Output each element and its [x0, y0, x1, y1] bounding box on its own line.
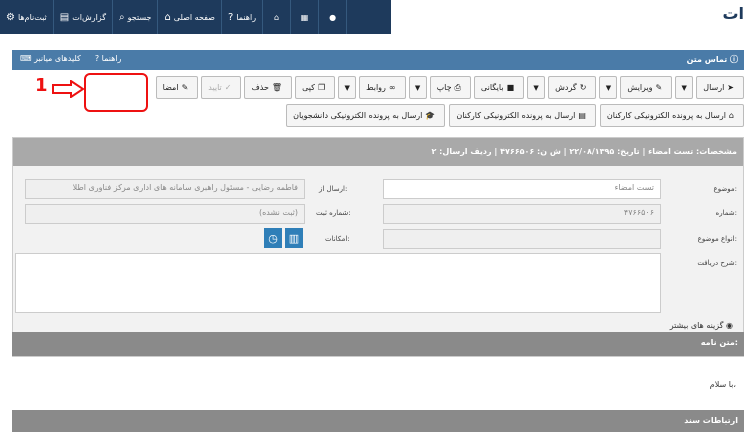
- subject-field[interactable]: تست امضاء: [383, 179, 661, 199]
- app-root: ⚙ ثبت‌نام‌ها ▤ گزارش‌ات ⌕ جستجو ⌂ صفحه اصلی …: [0, 0, 744, 441]
- details-panel: مشخصات: تست امضاء | تاریخ: ۲۲/۰۸/۱۳۹۵ | …: [12, 137, 744, 357]
- copy-icon: ❐: [317, 83, 326, 92]
- from-field: فاطمه رضایی - مسئول راهبری سامانه های اد…: [25, 179, 305, 199]
- top-nav: ⚙ ثبت‌نام‌ها ▤ گزارش‌ات ⌕ جستجو ⌂ صفحه اصلی …: [0, 0, 391, 34]
- grid-icon: ▦: [300, 12, 309, 22]
- edit-dropdown-button[interactable]: ▼: [599, 76, 618, 99]
- regno-field: (ثبت نشده): [25, 204, 305, 224]
- edit-button[interactable]: ویرایش ✎: [620, 76, 673, 99]
- top-bar: ⚙ ثبت‌نام‌ها ▤ گزارش‌ات ⌕ جستجو ⌂ صفحه اصلی …: [0, 0, 744, 37]
- chevron-down-icon: ▼: [344, 83, 350, 92]
- send-student-file-button[interactable]: ارسال به پرونده الکترونیکی دانشجویان 🎓: [286, 104, 446, 127]
- search-icon: ⌕: [119, 11, 125, 23]
- archive-button[interactable]: بایگانی ■: [473, 76, 525, 99]
- subject-label: موضوع:: [713, 185, 737, 193]
- library-icon[interactable]: ▥: [285, 228, 303, 248]
- links-button[interactable]: روابط ∞: [359, 76, 406, 99]
- doc-icon: ▤: [578, 111, 586, 120]
- number-label: شماره:: [715, 209, 737, 217]
- options-label: امکانات:: [325, 235, 350, 243]
- more-options-toggle[interactable]: گزینه های بیشتر ◉: [670, 321, 733, 330]
- send-to-file-buttons: ارسال به پرونده الکترونیکی کارکنان ⌂ ارسا…: [286, 104, 744, 128]
- confirm-button[interactable]: تایید ✓: [201, 76, 242, 99]
- delete-button[interactable]: حذف 🗑: [244, 76, 293, 99]
- chevron-down-icon: ▼: [605, 83, 612, 92]
- refresh-icon: ↻: [579, 83, 587, 92]
- panel-header: تماس متن ⓘ ⌨ کلیدهای میانبر ? راهنما: [12, 50, 744, 70]
- edit-icon: ✎: [655, 83, 663, 92]
- regno-label: شماره ثبت:: [316, 209, 351, 217]
- desc-label: شرح دریافت:: [697, 259, 737, 267]
- send-staff-file-button-2[interactable]: ارسال به پرونده الکترونیکی کارکنان ▤: [449, 104, 596, 127]
- print-button[interactable]: چاپ ⎙: [429, 76, 471, 99]
- sign-button[interactable]: امضا ✎: [155, 76, 199, 99]
- details-header[interactable]: مشخصات: تست امضاء | تاریخ: ۲۲/۰۸/۱۳۹۵ | …: [13, 138, 743, 166]
- panel-links: ⌨ کلیدهای میانبر ? راهنما: [20, 54, 121, 63]
- nav-item-home[interactable]: ⌂ صفحه اصلی: [158, 0, 222, 34]
- send-icon: ➤: [727, 83, 734, 92]
- clock-icon[interactable]: ◷: [264, 228, 282, 248]
- send-dropdown-button[interactable]: ▼: [675, 76, 694, 99]
- archive-icon: ■: [506, 83, 515, 92]
- brand-title: ات: [722, 4, 744, 23]
- relations-header[interactable]: ارتباطات سند: [12, 410, 744, 432]
- nav-user-button[interactable]: ●: [319, 0, 348, 34]
- help-icon: ?: [94, 54, 100, 63]
- chart-icon: ▤: [59, 11, 70, 23]
- links-dropdown-button[interactable]: ▼: [338, 76, 357, 99]
- type-field: [383, 229, 661, 249]
- user-icon: ●: [329, 12, 337, 22]
- help-icon: ?: [227, 11, 234, 23]
- send-button[interactable]: ارسال ➤: [696, 76, 744, 99]
- nav-grid-button[interactable]: ▦: [291, 0, 320, 34]
- copy-button[interactable]: کپی ❐: [295, 76, 336, 99]
- nav-item-reports[interactable]: ▤ گزارش‌ات: [54, 0, 114, 34]
- flow-button[interactable]: گردش ↻: [548, 76, 597, 99]
- print-icon: ⎙: [454, 82, 461, 92]
- bank-icon: ⌂: [728, 111, 734, 120]
- bank-icon: ⌂: [274, 12, 280, 22]
- nav-item-registrations[interactable]: ⚙ ثبت‌نام‌ها: [0, 0, 54, 34]
- panel-title: تماس متن ⓘ: [686, 55, 738, 64]
- from-label: ارسال از:: [319, 185, 348, 193]
- eye-icon: ◉: [726, 321, 733, 330]
- letter-body: با سلام،: [709, 380, 736, 389]
- sign-highlight: [84, 73, 148, 112]
- nav-item-search[interactable]: ⌕ جستجو: [113, 0, 159, 34]
- number-field: ۴۷۶۶۵۰۶: [383, 204, 661, 224]
- link-icon: ∞: [388, 83, 396, 92]
- chevron-down-icon: ▼: [533, 83, 539, 92]
- desc-field[interactable]: [15, 253, 661, 313]
- flow-dropdown-button[interactable]: ▼: [527, 76, 546, 99]
- annotation-number: 1: [35, 75, 48, 96]
- chevron-down-icon: ▼: [414, 83, 421, 92]
- letter-header[interactable]: متن نامه:: [12, 332, 744, 356]
- shortcuts-link[interactable]: ⌨ کلیدهای میانبر: [20, 54, 81, 63]
- chevron-down-icon: ▼: [681, 83, 687, 92]
- home-icon: ⌂: [164, 11, 171, 23]
- thumbs-up-icon: ✓: [224, 83, 232, 92]
- send-staff-file-button[interactable]: ارسال به پرونده الکترونیکی کارکنان ⌂: [599, 104, 744, 127]
- trash-icon: 🗑: [271, 83, 283, 92]
- type-label: انواع موضوع:: [697, 235, 737, 243]
- annotation-arrow-icon: [52, 80, 85, 98]
- keyboard-icon: ⌨: [20, 54, 32, 63]
- print-dropdown-button[interactable]: ▼: [408, 76, 427, 99]
- graduation-icon: 🎓: [425, 111, 436, 120]
- nav-item-help[interactable]: ? راهنما: [222, 0, 264, 34]
- info-icon: ⓘ: [730, 55, 738, 64]
- pencil-icon: ✎: [181, 83, 189, 92]
- help-link[interactable]: ? راهنما: [95, 54, 122, 63]
- cogs-icon: ⚙: [6, 11, 15, 23]
- nav-bank-button[interactable]: ⌂: [263, 0, 292, 34]
